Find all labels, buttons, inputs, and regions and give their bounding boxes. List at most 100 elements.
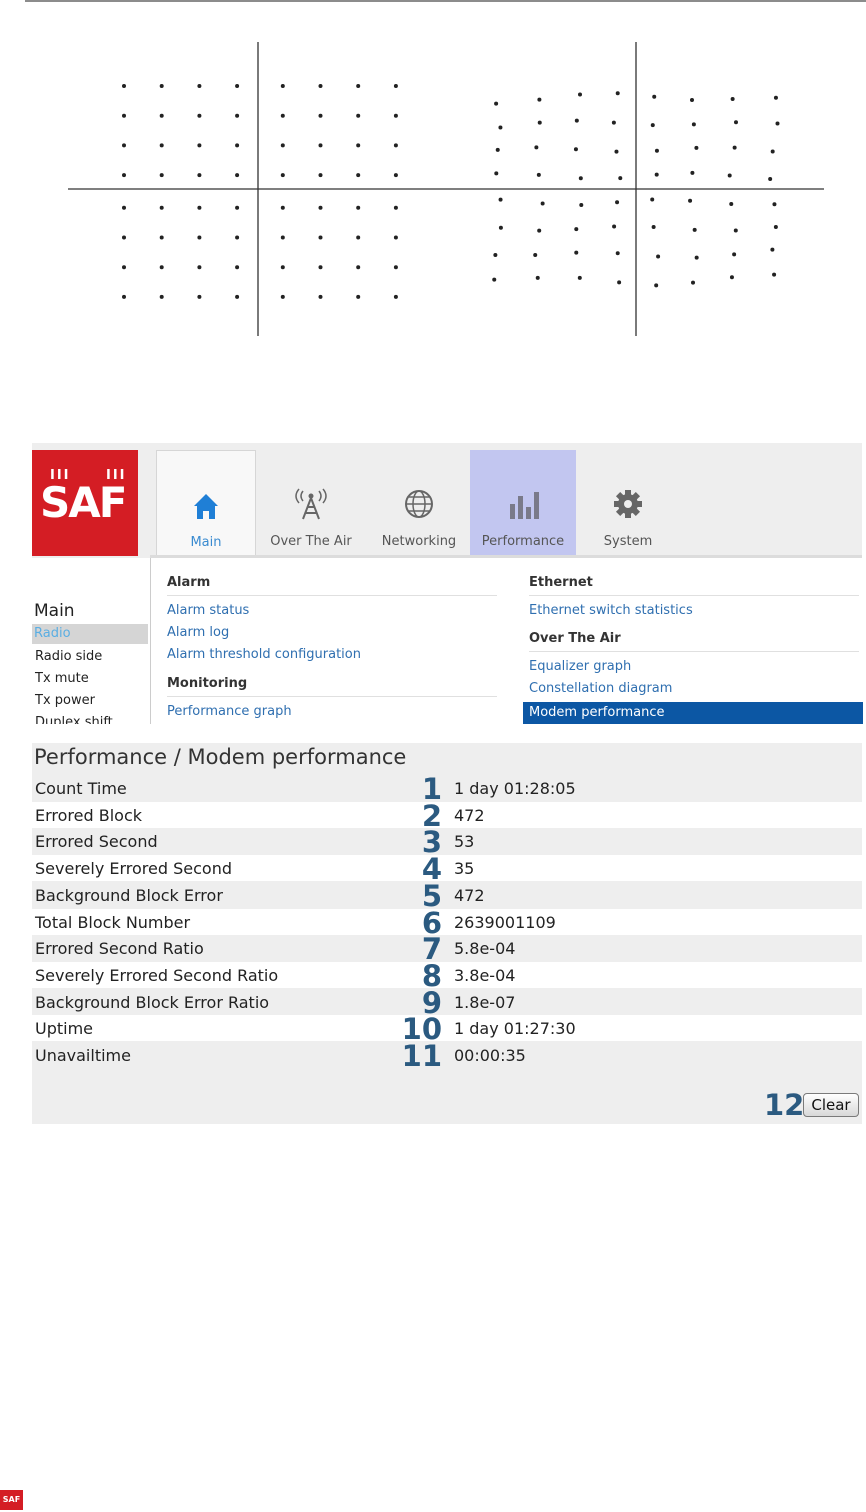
- menu-link-alarm-status[interactable]: Alarm status: [167, 603, 249, 618]
- table-row: Errored Second Ratio 7 5.8e-04: [32, 932, 862, 966]
- constellation-point: [773, 95, 778, 100]
- sidebar-item-duplex-shift[interactable]: Duplex shift: [35, 715, 113, 724]
- constellation-point: [159, 235, 164, 240]
- antenna-icon: [258, 488, 364, 522]
- constellation-point: [694, 255, 699, 260]
- constellation-point: [159, 113, 164, 118]
- menu-heading-over-the-air: Over The Air: [529, 631, 621, 646]
- table-row: Severely Errored Second 4 35: [32, 852, 862, 886]
- constellation-point: [688, 198, 693, 203]
- constellation-point: [537, 97, 542, 102]
- menu-link-equalizer-graph[interactable]: Equalizer graph: [529, 659, 631, 674]
- row-value: 472: [454, 885, 485, 905]
- menu-link-ethernet-switch-statistics[interactable]: Ethernet switch statistics: [529, 603, 693, 618]
- menu-link-modem-performance[interactable]: Modem performance: [523, 702, 863, 724]
- tab-main-label: Main: [190, 535, 222, 550]
- clear-button[interactable]: Clear: [803, 1093, 859, 1117]
- constellation-point: [235, 113, 240, 118]
- tab-main[interactable]: Main: [156, 450, 256, 559]
- constellation-point: [652, 94, 657, 99]
- constellation-point: [197, 294, 202, 299]
- constellation-point: [235, 173, 240, 178]
- constellation-point: [540, 201, 545, 206]
- constellation-point: [690, 170, 695, 175]
- constellation-point: [235, 205, 240, 210]
- tab-performance[interactable]: Performance: [470, 450, 576, 558]
- constellation-point: [773, 224, 778, 229]
- constellation-point: [393, 143, 398, 148]
- constellation-point: [356, 173, 361, 178]
- constellation-point: [494, 101, 499, 106]
- tab-over-the-air[interactable]: Over The Air: [258, 450, 364, 558]
- row-value: 1 day 01:27:30: [454, 1019, 576, 1039]
- constellation-point: [612, 224, 617, 229]
- constellation-point: [318, 294, 323, 299]
- constellation-point: [235, 265, 240, 270]
- tab-over-the-air-label: Over The Air: [270, 534, 352, 549]
- constellation-point: [197, 143, 202, 148]
- constellation-point: [122, 235, 126, 240]
- callout-number: 11: [401, 1039, 442, 1073]
- constellation-point: [733, 228, 738, 233]
- constellation-point: [280, 173, 285, 178]
- constellation-point: [393, 173, 398, 178]
- constellation-point: [579, 202, 584, 207]
- tab-system-label: System: [603, 534, 653, 549]
- tab-networking[interactable]: Networking: [372, 450, 466, 558]
- menu-heading-ethernet: Ethernet: [529, 575, 593, 590]
- menu-divider: [167, 696, 497, 697]
- constellation-point: [615, 91, 620, 96]
- constellation-point: [235, 84, 240, 88]
- constellation-point: [574, 227, 579, 232]
- constellation-point: [356, 84, 361, 88]
- tab-system[interactable]: System: [580, 450, 676, 558]
- table-row: Count Time 1 1 day 01:28:05: [32, 772, 862, 806]
- constellation-point: [280, 113, 285, 118]
- menu-link-constellation-diagram[interactable]: Constellation diagram: [529, 681, 672, 696]
- header-bar: III III SAF Main Over The Air Networking…: [32, 443, 862, 559]
- constellation-point: [654, 283, 659, 288]
- constellation-point: [159, 294, 164, 299]
- sidebar-item-radio[interactable]: Radio: [32, 624, 148, 644]
- constellation-point: [654, 148, 659, 153]
- constellation-point: [691, 122, 696, 127]
- sidebar-item-tx-power[interactable]: Tx power: [35, 693, 95, 708]
- constellation-left: [68, 42, 446, 336]
- saf-logo[interactable]: III III SAF: [32, 450, 138, 556]
- constellation-point: [729, 275, 734, 280]
- footer-saf-logo: SAF: [0, 1490, 23, 1510]
- row-label: Severely Errored Second Ratio: [35, 965, 279, 985]
- constellation-point: [197, 235, 202, 240]
- bar-chart-icon: [470, 488, 576, 522]
- constellation-point: [617, 280, 622, 285]
- table-row: Uptime 10 1 day 01:27:30: [32, 1012, 862, 1046]
- constellation-point: [498, 225, 503, 230]
- sidebar-item-radio-side[interactable]: Radio side: [35, 649, 102, 664]
- constellation-point: [727, 173, 732, 178]
- menu-link-alarm-log[interactable]: Alarm log: [167, 625, 229, 640]
- constellation-point: [650, 197, 655, 202]
- row-label: Uptime: [35, 1019, 94, 1039]
- tab-networking-label: Networking: [381, 534, 457, 549]
- menu-heading-alarm: Alarm: [167, 575, 211, 590]
- logo-text: SAF: [40, 478, 127, 527]
- row-label: Unavailtime: [35, 1046, 131, 1065]
- sidebar-item-tx-mute[interactable]: Tx mute: [35, 671, 89, 686]
- constellation-point: [492, 277, 497, 282]
- menu-link-performance-graph[interactable]: Performance graph: [167, 704, 292, 719]
- web-ui: III III SAF Main Over The Air Networking…: [32, 443, 863, 1124]
- constellation-point: [537, 228, 542, 233]
- constellation-point: [122, 84, 126, 88]
- constellation-point: [318, 84, 323, 88]
- constellation-point: [197, 265, 202, 270]
- constellation-point: [122, 143, 126, 148]
- constellation-point: [393, 265, 398, 270]
- table-row: Errored Second 3 53: [32, 825, 862, 859]
- constellation-point: [775, 121, 780, 126]
- menu-link-alarm-threshold-configuration[interactable]: Alarm threshold configuration: [167, 647, 361, 662]
- constellation-point: [356, 265, 361, 270]
- constellation-point: [611, 120, 616, 125]
- constellation-point: [159, 143, 164, 148]
- constellation-point: [654, 172, 659, 177]
- constellation-point: [691, 280, 696, 285]
